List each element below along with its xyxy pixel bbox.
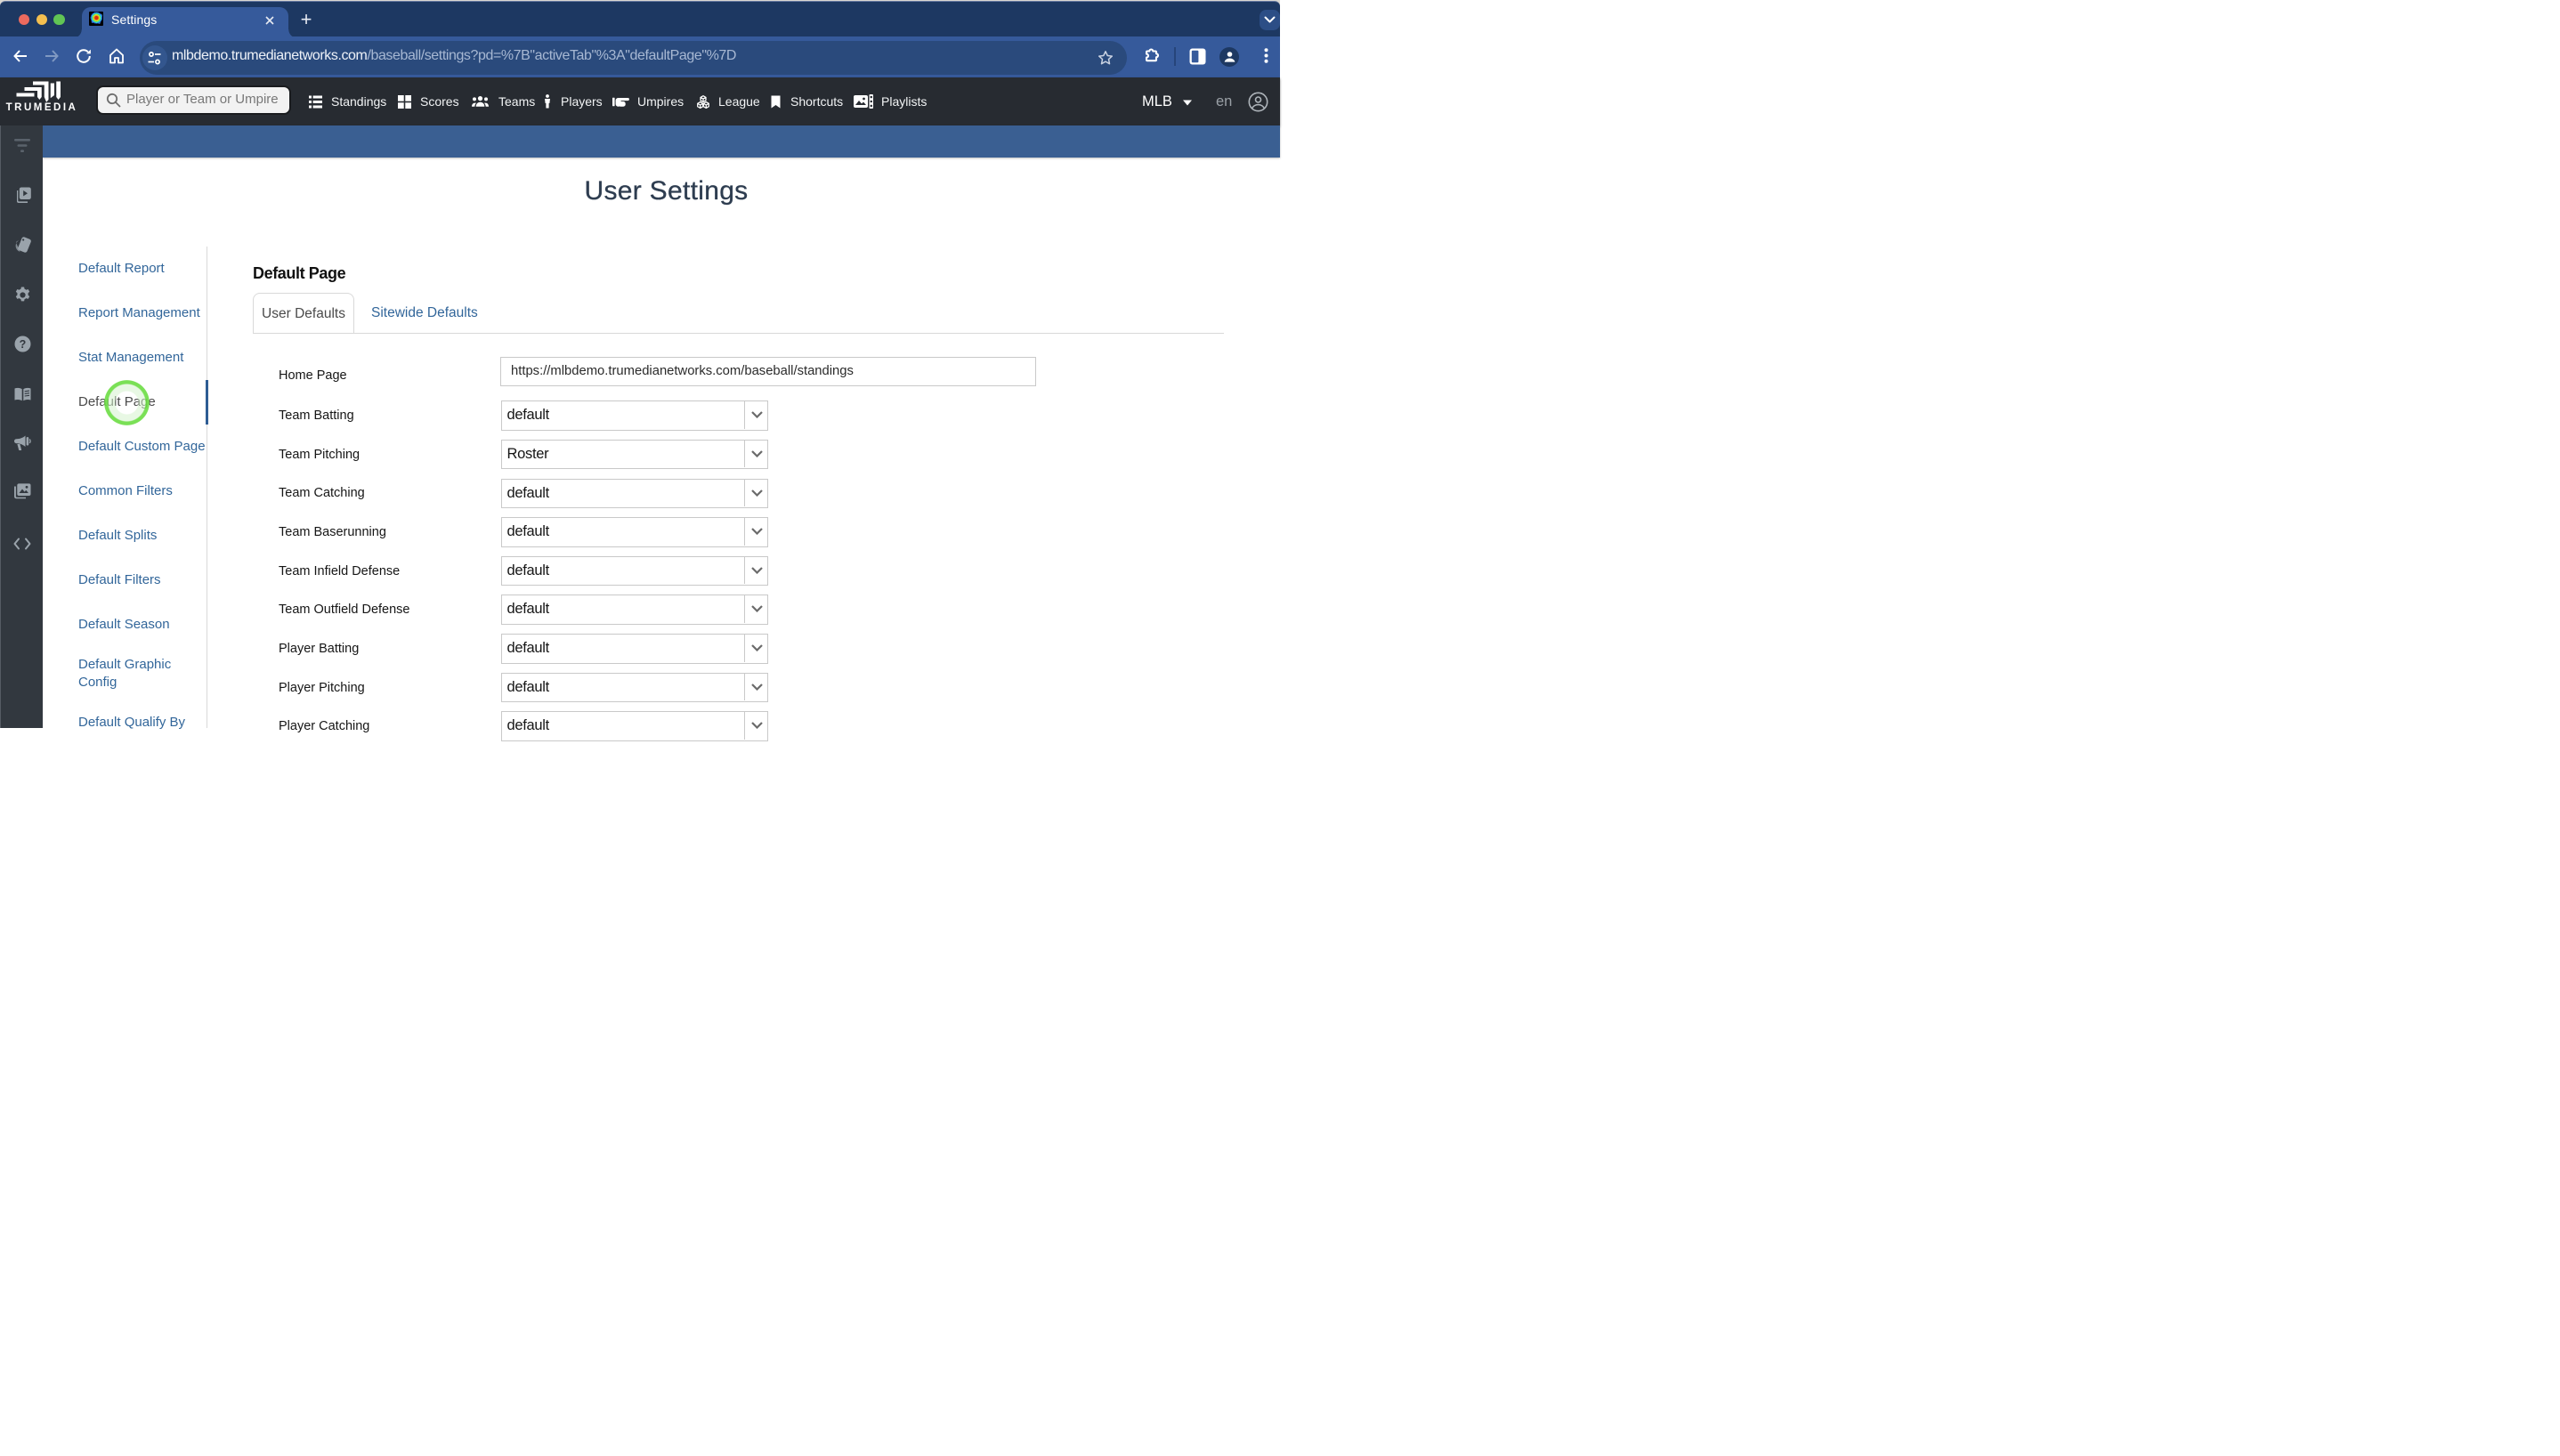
- svg-text:?: ?: [19, 338, 26, 351]
